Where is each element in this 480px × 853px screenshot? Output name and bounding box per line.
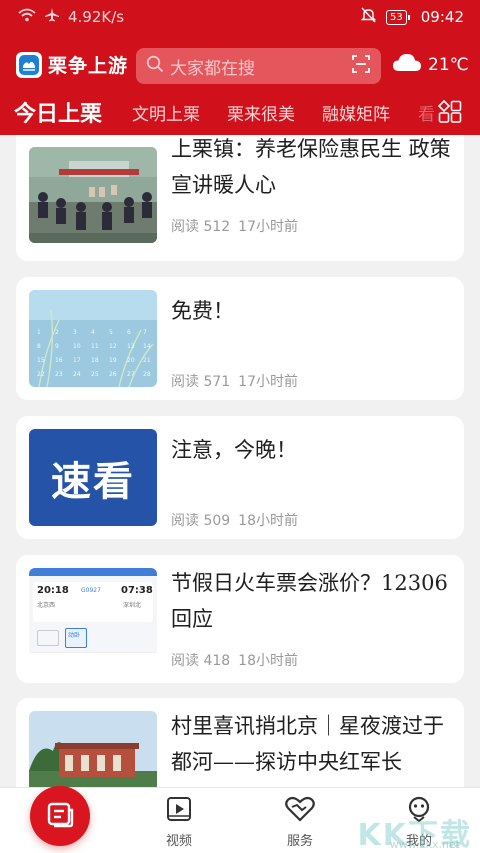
train-arrive-time: 07:38 (121, 585, 153, 596)
svg-text:4: 4 (91, 329, 95, 336)
read-count: 阅读 418 (171, 653, 231, 669)
svg-text:17: 17 (73, 357, 81, 364)
app-logo-icon (16, 51, 42, 78)
svg-text:2: 2 (55, 329, 59, 336)
svg-text:6: 6 (127, 329, 131, 336)
svg-text:15: 15 (37, 357, 45, 364)
nav-services[interactable]: 服务 (284, 796, 316, 849)
video-icon (166, 796, 192, 826)
tab-today-shangli[interactable]: 今日上栗 (14, 96, 102, 128)
publish-time: 18小时前 (238, 653, 298, 669)
scan-icon[interactable] (351, 54, 371, 78)
news-feed[interactable]: 上栗镇：养老保险惠民生 政策宣讲暖人心 阅读 512 17小时前 1234567 … (0, 135, 480, 787)
article-thumbnail: 20:18 07:38 G0927 北京西 深圳北 动卧 (29, 568, 157, 665)
article-title: 节假日火车票会涨价？12306回应 (171, 571, 448, 631)
app-name: 栗争上游 (48, 55, 129, 77)
heart-hands-icon (284, 796, 316, 826)
tab-partial[interactable]: 看 (418, 100, 435, 125)
svg-text:27: 27 (127, 371, 135, 378)
read-count: 阅读 509 (171, 513, 231, 529)
svg-text:10: 10 (73, 343, 81, 350)
tab-media-matrix[interactable]: 融媒矩阵 (322, 100, 390, 125)
network-speed: 4.92K/s (68, 8, 125, 26)
svg-text:19: 19 (109, 357, 117, 364)
svg-text:16: 16 (55, 357, 63, 364)
svg-text:18: 18 (91, 357, 99, 364)
svg-text:22: 22 (37, 371, 45, 378)
news-icon (46, 800, 74, 832)
publish-time: 17小时前 (238, 219, 298, 235)
nav-home-button[interactable] (30, 786, 90, 846)
search-icon (146, 55, 164, 77)
news-card[interactable]: 村里喜讯捎北京｜星夜渡过于都河——探访中央红军长 (16, 698, 464, 787)
search-bar[interactable]: 大家都在搜 (136, 48, 381, 84)
train-number: G0927 (81, 587, 101, 594)
train-from-station: 北京西 (37, 602, 56, 609)
svg-text:5: 5 (109, 329, 113, 336)
article-meta: 阅读 571 17小时前 (171, 371, 298, 391)
nav-video[interactable]: 视频 (166, 796, 192, 849)
site-watermark-url: www.kkx.net (389, 838, 460, 851)
svg-text:1: 1 (37, 329, 41, 336)
article-title: 上栗镇：养老保险惠民生 政策宣讲暖人心 (171, 137, 451, 197)
article-thumbnail (29, 147, 157, 243)
article-thumbnail (29, 711, 157, 787)
svg-text:23: 23 (55, 371, 63, 378)
battery-indicator: 53 (386, 9, 410, 25)
wifi-icon (18, 8, 36, 26)
svg-text:7: 7 (143, 329, 147, 336)
svg-text:9: 9 (55, 343, 59, 350)
svg-text:8: 8 (37, 343, 41, 350)
search-placeholder: 大家都在搜 (170, 58, 255, 79)
train-seat-type: 动卧 (68, 632, 81, 639)
article-meta: 阅读 418 18小时前 (171, 650, 298, 670)
svg-text:13: 13 (127, 343, 135, 350)
tab-civilized-shangli[interactable]: 文明上栗 (132, 100, 200, 125)
publish-time: 17小时前 (238, 374, 298, 390)
airplane-icon (44, 7, 60, 27)
article-thumbnail: 1234567 8 9 10 11 12 13 14 15 16 17 18 19 20 21 22 23… (29, 290, 157, 387)
app-logo[interactable]: 栗争上游 (16, 51, 128, 78)
svg-text:24: 24 (73, 371, 81, 378)
read-count: 阅读 512 (171, 219, 231, 235)
status-bar: 4.92K/s 53 09:42 (0, 0, 480, 34)
news-card[interactable]: 上栗镇：养老保险惠民生 政策宣讲暖人心 阅读 512 17小时前 (16, 135, 464, 261)
read-count: 阅读 571 (171, 374, 231, 390)
train-to-station: 深圳北 (123, 602, 142, 609)
channel-grid-icon[interactable] (437, 99, 462, 128)
article-meta: 阅读 509 18小时前 (171, 510, 298, 530)
mute-bell-icon (360, 7, 377, 27)
svg-text:20: 20 (127, 357, 135, 364)
weather-widget[interactable]: 21℃ (392, 52, 469, 77)
svg-text:12: 12 (109, 343, 117, 350)
news-card[interactable]: 1234567 8 9 10 11 12 13 14 15 16 17 18 19 20 21 22 23… (16, 277, 464, 400)
weather-temperature: 21℃ (428, 54, 469, 75)
svg-text:3: 3 (73, 329, 77, 336)
thumbnail-caption: 速看 (51, 457, 135, 505)
svg-text:21: 21 (143, 357, 151, 364)
svg-text:14: 14 (143, 343, 151, 350)
svg-text:28: 28 (143, 371, 151, 378)
article-title: 注意，今晚！ (171, 438, 297, 462)
news-card[interactable]: 速看 注意，今晚！ 阅读 509 18小时前 (16, 416, 464, 539)
channel-tabs: 今日上栗 文明上栗 栗来很美 融媒矩阵 看 (0, 96, 480, 134)
nav-services-label: 服务 (286, 834, 313, 849)
article-thumbnail: 速看 (29, 429, 157, 526)
article-title: 免费！ (171, 299, 234, 323)
cloud-icon (392, 52, 422, 77)
article-title: 村里喜讯捎北京｜星夜渡过于都河——探访中央红军长 (171, 714, 444, 774)
svg-text:25: 25 (91, 371, 99, 378)
train-depart-time: 20:18 (37, 585, 69, 596)
article-meta: 阅读 512 17小时前 (171, 216, 298, 236)
svg-text:26: 26 (109, 371, 117, 378)
top-header: 4.92K/s 53 09:42 栗争上游 大家都在搜 21℃ 今日上栗 文明上… (0, 0, 480, 135)
news-card[interactable]: 20:18 07:38 G0927 北京西 深圳北 动卧 节假日火车票会涨价？1… (16, 555, 464, 683)
clock: 09:42 (420, 8, 464, 26)
publish-time: 18小时前 (238, 513, 298, 529)
nav-video-label: 视频 (166, 834, 193, 849)
svg-text:11: 11 (91, 343, 99, 350)
tab-beautiful-li[interactable]: 栗来很美 (227, 100, 295, 125)
